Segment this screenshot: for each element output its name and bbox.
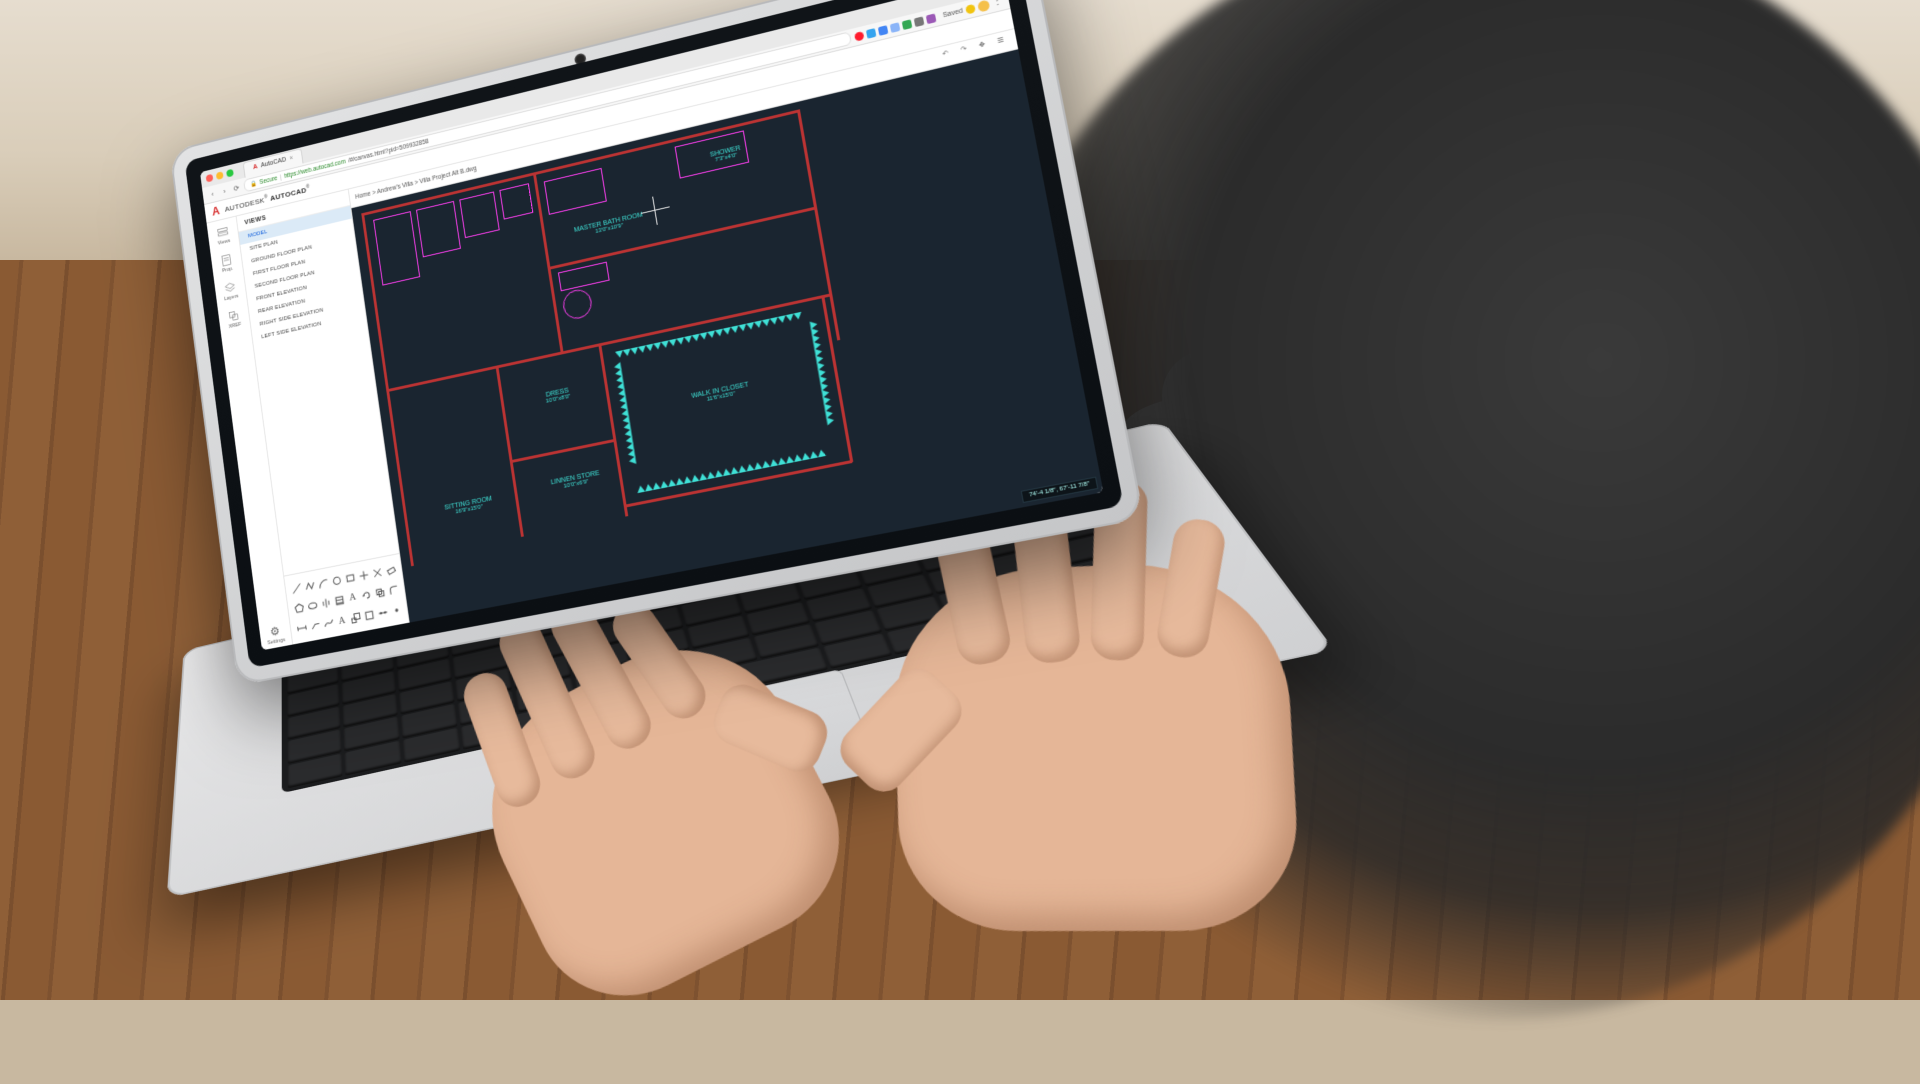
nav-reload-icon[interactable]: ⟳ (231, 183, 241, 194)
autodesk-logo-icon: A (211, 204, 220, 218)
ext-icon[interactable] (878, 25, 889, 36)
room-master-bath: MASTER BATH ROOM13'0"x10'9" (552, 207, 667, 245)
window-minimize-icon[interactable] (216, 171, 224, 180)
ext-icon[interactable] (854, 31, 864, 42)
laptop: MacBook Air (119, 0, 1410, 1015)
notification-icon[interactable] (965, 3, 976, 14)
rail-properties[interactable]: Prop. (211, 248, 243, 279)
room-dress: DRESS10'0"x8'0" (519, 382, 596, 410)
browser-menu-icon[interactable]: ⋮ (991, 0, 1003, 8)
rail-layers[interactable]: Layers (214, 276, 246, 307)
saved-indicator: Saved (942, 7, 963, 19)
lock-icon: 🔒 (250, 179, 258, 188)
window-maximize-icon[interactable] (226, 169, 234, 178)
tool-erase[interactable] (382, 559, 398, 582)
scene-background: MacBook Air (0, 0, 1920, 1000)
pan-icon[interactable]: ✥ (978, 39, 992, 53)
redo-icon[interactable]: ↷ (960, 43, 974, 57)
tool-fillet[interactable] (385, 579, 402, 602)
room-walk-closet: WALK IN CLOSET11'6"x15'0" (666, 376, 775, 411)
rail-settings[interactable]: ⚙ Settings (259, 619, 292, 650)
room-sitting: SITTING ROOM16'9"x15'0" (422, 491, 516, 522)
coordinate-readout: 74'-4 1/8", 67'-11 7/8" (1021, 477, 1098, 503)
profile-avatar[interactable] (977, 0, 990, 12)
ext-icon[interactable] (890, 22, 901, 33)
layers-toggle-icon[interactable]: ☰ (997, 34, 1011, 48)
nav-forward-icon[interactable]: › (220, 185, 230, 196)
nav-back-icon[interactable]: ‹ (208, 188, 218, 199)
right-hand (890, 558, 1302, 932)
rail-xref[interactable]: XREF (218, 304, 251, 335)
ext-icon[interactable] (926, 13, 937, 24)
gear-icon: ⚙ (268, 624, 282, 640)
undo-icon[interactable]: ↶ (942, 48, 956, 62)
ext-icon[interactable] (866, 28, 876, 39)
close-tab-icon[interactable]: × (289, 155, 293, 162)
ext-icon[interactable] (914, 16, 925, 27)
secure-label: Secure (259, 175, 278, 186)
room-linnen: LINNEN STORE10'0"x6'9" (537, 467, 615, 495)
ext-icon[interactable] (902, 19, 913, 30)
window-close-icon[interactable] (206, 174, 214, 183)
tool-point[interactable] (388, 599, 405, 622)
rail-views[interactable]: Views (207, 220, 239, 251)
